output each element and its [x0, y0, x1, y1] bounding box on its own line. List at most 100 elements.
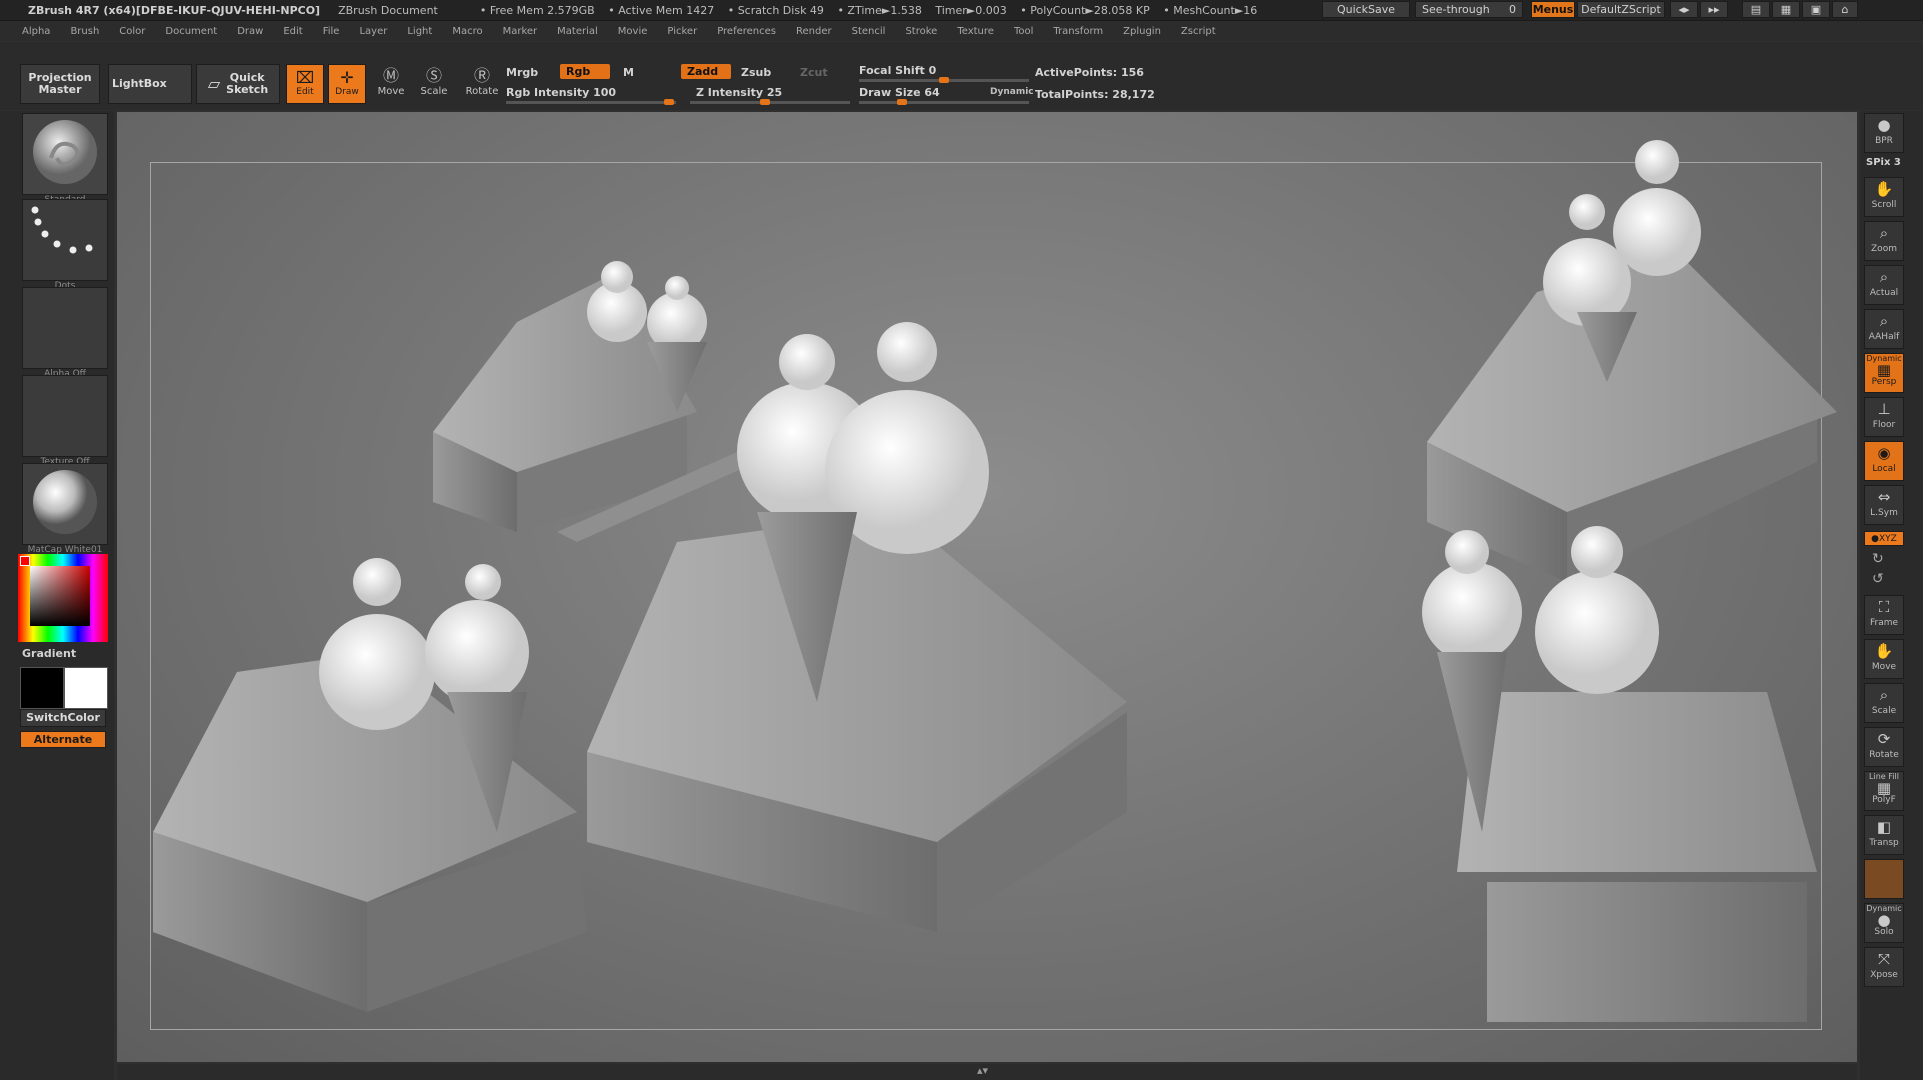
switch-color-button[interactable]: SwitchColor [20, 709, 106, 727]
bottom-tray-handle[interactable]: ▴▾ [117, 1064, 1857, 1080]
document-canvas[interactable] [117, 112, 1857, 1062]
menu-material[interactable]: Material [557, 26, 598, 37]
material-thumbnail[interactable]: MatCap White01 [22, 463, 108, 555]
menu-light[interactable]: Light [407, 26, 432, 37]
active-points: ActivePoints: 156 [1035, 66, 1144, 79]
menu-movie[interactable]: Movie [618, 26, 648, 37]
dynamic-toggle[interactable]: Dynamic [990, 87, 1034, 97]
menu-draw[interactable]: Draw [237, 26, 263, 37]
texture-thumbnail[interactable]: Texture Off [22, 375, 108, 467]
zsub-button[interactable]: Zsub [741, 66, 771, 79]
menu-macro[interactable]: Macro [452, 26, 482, 37]
alternate-button[interactable]: Alternate [20, 731, 106, 748]
menu-edit[interactable]: Edit [283, 26, 302, 37]
zoom-button[interactable]: ⌕ Zoom [1864, 221, 1904, 261]
zadd-button[interactable]: Zadd [681, 64, 731, 79]
ui-split-icon[interactable]: ▤ [1742, 1, 1770, 18]
menu-stencil[interactable]: Stencil [852, 26, 886, 37]
layout-toggle-icon[interactable]: ◂▸ [1670, 1, 1698, 18]
menu-alpha[interactable]: Alpha [22, 26, 50, 37]
house-model-2[interactable] [153, 558, 587, 1012]
layout-next-icon[interactable]: ▸▸ [1700, 1, 1728, 18]
polyf-label: PolyF [1872, 795, 1896, 805]
saturation-square[interactable] [30, 566, 90, 626]
local-button[interactable]: ◉ Local [1864, 441, 1904, 481]
zcut-button[interactable]: Zcut [800, 66, 828, 79]
menu-render[interactable]: Render [796, 26, 832, 37]
ui-color-icon[interactable]: ▦ [1772, 1, 1800, 18]
edit-button[interactable]: ⌧ Edit [286, 64, 324, 104]
menu-texture[interactable]: Texture [957, 26, 994, 37]
polyf-button[interactable]: Line Fill ▦ PolyF [1864, 771, 1904, 811]
house-model-1[interactable] [433, 261, 757, 542]
secondary-color-swatch[interactable] [20, 667, 64, 709]
quick-sketch-button[interactable]: ▱ Quick Sketch [196, 64, 280, 104]
xyz-button[interactable]: ●XYZ [1864, 531, 1904, 546]
ghost-button[interactable] [1864, 859, 1904, 899]
frame-button[interactable]: ⛶ Frame [1864, 595, 1904, 635]
house-model-5[interactable] [1422, 526, 1817, 1022]
scale-view-button[interactable]: ⌕ Scale [1864, 683, 1904, 723]
projection-master-button[interactable]: Projection Master [20, 64, 100, 104]
persp-button[interactable]: Dynamic ▦ Persp [1864, 353, 1904, 393]
draw-size-slider[interactable] [859, 99, 1029, 105]
menu-preferences[interactable]: Preferences [717, 26, 776, 37]
floor-button[interactable]: ⊥ Floor [1864, 397, 1904, 437]
stroke-thumbnail[interactable]: Dots [22, 199, 108, 291]
z-intensity-knob[interactable] [760, 99, 770, 105]
solo-button[interactable]: Dynamic ● Solo [1864, 903, 1904, 943]
move-button[interactable]: Ⓜ Move [372, 66, 410, 97]
tray-arrow-icon[interactable]: ▴▾ [977, 1064, 988, 1077]
move-view-button[interactable]: ✋ Move [1864, 639, 1904, 679]
menus-button[interactable]: Menus [1531, 1, 1575, 18]
actual-button[interactable]: ⌕ Actual [1864, 265, 1904, 305]
default-zscript-button[interactable]: DefaultZScript [1577, 1, 1665, 18]
draw-button[interactable]: ✛ Draw [328, 64, 366, 104]
draw-size-knob[interactable] [897, 99, 907, 105]
house-model-4[interactable] [1427, 140, 1837, 582]
menu-zscript[interactable]: Zscript [1181, 26, 1216, 37]
menu-picker[interactable]: Picker [667, 26, 697, 37]
focal-shift-knob[interactable] [939, 77, 949, 83]
menu-transform[interactable]: Transform [1053, 26, 1103, 37]
menu-stroke[interactable]: Stroke [905, 26, 937, 37]
rotate-view-button[interactable]: ⟳ Rotate [1864, 727, 1904, 767]
transp-button[interactable]: ◧ Transp [1864, 815, 1904, 855]
menu-layer[interactable]: Layer [359, 26, 387, 37]
brush-thumbnail[interactable]: Standard [22, 113, 108, 205]
menu-zplugin[interactable]: Zplugin [1123, 26, 1161, 37]
quicksave-button[interactable]: QuickSave [1322, 1, 1410, 18]
menu-document[interactable]: Document [165, 26, 217, 37]
rotate-z-icon[interactable]: ↺ [1872, 571, 1884, 587]
rgb-intensity-slider[interactable] [506, 99, 676, 105]
aahalf-button[interactable]: ⌕ AAHalf [1864, 309, 1904, 349]
spix-slider[interactable]: SPix 3 [1866, 157, 1901, 168]
gradient-label[interactable]: Gradient [22, 647, 76, 660]
scale-label: Scale [420, 86, 448, 97]
menu-tool[interactable]: Tool [1014, 26, 1033, 37]
rgb-button[interactable]: Rgb [560, 64, 610, 79]
ui-layout-icon[interactable]: ▣ [1802, 1, 1830, 18]
xpose-button[interactable]: ⤧ Xpose [1864, 947, 1904, 987]
menu-file[interactable]: File [323, 26, 340, 37]
menu-color[interactable]: Color [119, 26, 145, 37]
rotate-button[interactable]: Ⓡ Rotate [461, 66, 503, 97]
rgb-intensity-knob[interactable] [664, 99, 674, 105]
bpr-button[interactable]: ● BPR [1864, 113, 1904, 153]
scale-button[interactable]: Ⓢ Scale [415, 66, 453, 97]
color-picker[interactable] [18, 554, 108, 642]
mrgb-button[interactable]: Mrgb [506, 66, 538, 79]
main-color-swatch[interactable] [64, 667, 108, 709]
lock-icon[interactable]: ⌂ [1832, 1, 1858, 18]
alpha-thumbnail[interactable]: Alpha Off [22, 287, 108, 379]
menu-marker[interactable]: Marker [503, 26, 538, 37]
menu-brush[interactable]: Brush [70, 26, 99, 37]
see-through-slider[interactable]: See-through 0 [1415, 1, 1523, 18]
focal-shift-slider[interactable] [859, 77, 1029, 83]
z-intensity-slider[interactable] [690, 99, 850, 105]
scroll-button[interactable]: ✋ Scroll [1864, 177, 1904, 217]
rotate-y-icon[interactable]: ↻ [1872, 551, 1884, 567]
lsym-button[interactable]: ⇔ L.Sym [1864, 485, 1904, 525]
m-button[interactable]: M [623, 66, 634, 79]
lightbox-button[interactable]: LightBox [108, 64, 192, 104]
